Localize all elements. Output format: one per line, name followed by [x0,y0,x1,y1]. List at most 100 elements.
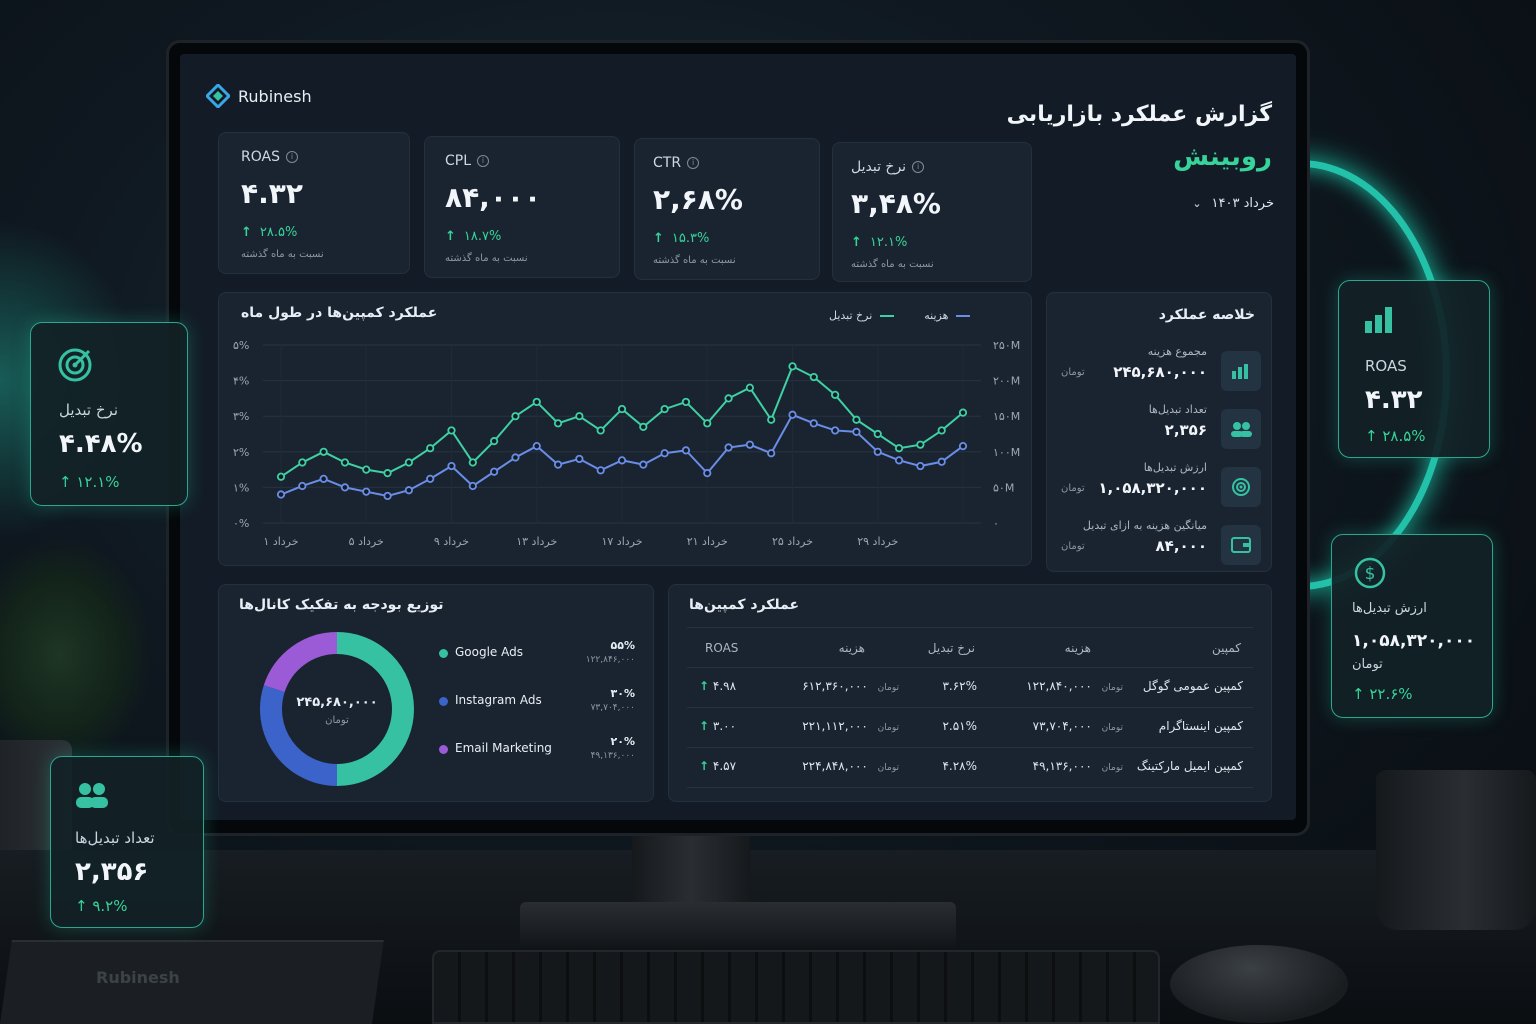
kpi-label: CPL i [445,153,490,169]
data-point [426,474,435,483]
legend-dot [439,649,448,658]
divider [687,707,1253,708]
y-left-tick-label: ۱% [233,481,249,494]
data-point [340,458,350,467]
campaigns-table-card: عملکرد کمپین‌ها کمپین هزینه نرخ تبدیل هز… [668,584,1272,802]
col-header-cost[interactable]: هزینه [1065,641,1091,655]
date-filter-dropdown[interactable]: خرداد ۱۴۰۳ ⌄ [1192,196,1274,211]
col-header-roas[interactable]: ROAS [705,641,738,655]
cell-campaign: کمپین ایمیل مارکتینگ [1136,759,1243,773]
floating-value: ۱,۰۵۸,۳۲۰,۰۰۰ [1352,631,1476,651]
floating-label: تعداد تبدیل‌ها [75,829,155,847]
summary-item-total-cost: مجموع هزینه ۲۴۵,۶۸۰,۰۰۰ تومان [1061,345,1261,395]
data-point [468,458,477,467]
data-point [596,466,605,475]
data-point [788,362,797,371]
floating-value: ۲,۳۵۶ [75,857,149,887]
info-icon: i [477,155,490,167]
kpi-card-conversion-rate[interactable]: نرخ تبدیل i ۳,۴۸% ↑ ۱۲.۱% نسبت به ماه گذشت… [832,142,1032,282]
data-point [703,419,712,428]
arrow-up-icon: ↑ [851,235,862,250]
data-point [319,447,328,456]
plant-decoration [0,540,150,770]
logo[interactable]: Rubinesh [206,84,312,108]
floating-label: ROAS [1365,357,1407,375]
data-point [298,458,307,467]
kpi-card-roas[interactable]: ROAS i ۴.۳۲ ↑ ۲۸.۵% نسبت به ماه گذشته [218,132,410,274]
data-point [532,442,541,451]
summary-unit: تومان [1061,541,1085,552]
kpi-label: CTR i [653,155,700,171]
table-row[interactable]: کمپین عمومی گوگل تومان ۱۲۲,۸۴۰,۰۰۰ ۳.۶۲%… [669,669,1273,707]
data-point [724,443,733,452]
floating-change: ↑ ۲۲.۶% [1352,685,1413,703]
arrow-up-icon: ↑ [1352,685,1365,703]
summary-value: ۱,۰۵۸,۳۲۰,۰۰۰ [1098,479,1207,497]
kpi-change: ↑ ۱۲.۱% [851,235,908,250]
kpi-note: نسبت به ماه گذشته [851,259,934,270]
data-point [617,456,627,465]
cell-campaign: کمپین اینستاگرام [1158,719,1243,733]
line-chart-svg: ۵% ۴% ۳% ۲% ۱% ۰% ۲۵۰M ۲۰۰M ۱۵۰M ۱۰۰M ۵۰M ۰ ۱ خرداد ۵… [233,339,1020,548]
data-point [788,410,797,419]
kpi-card-cpl[interactable]: CPL i ۸۴,۰۰۰ ↑ ۱۸.۷% نسبت به ماه گذشته [424,136,620,278]
y-left-tick-label: ۴% [233,375,249,388]
data-point [511,453,520,462]
kpi-label: ROAS i [241,149,298,165]
y-left-tick-label: ۳% [233,410,249,423]
campaign-performance-chart-card: عملکرد کمپین‌ها در طول ماه هزینه نرخ تبد… [218,292,1032,566]
data-point [745,383,754,392]
cell-cost: ۷۳,۷۰۴,۰۰۰ [1032,719,1092,733]
col-header-revenue[interactable]: هزینه [839,641,865,655]
kpi-value: ۸۴,۰۰۰ [445,181,542,214]
arrow-up-icon: ↑ [699,719,710,733]
floating-card-roas: ROAS ۴.۳۲ ↑ ۲۸.۵% [1338,280,1490,458]
date-filter-value: خرداد ۱۴۰۳ [1211,196,1274,211]
summary-label: ارزش تبدیل‌ها [1143,461,1207,474]
donut-center-unit: تومان [325,715,349,726]
col-header-campaign[interactable]: کمپین [1212,641,1241,655]
data-point [404,486,413,495]
arrow-up-icon: ↑ [699,679,710,693]
y-left-tick-label: ۰% [233,517,249,530]
data-point [553,419,563,428]
floating-change: ↑ ۲۸.۵% [1365,427,1426,445]
channel-name: Email Marketing [455,741,552,755]
mouse [1170,945,1348,1023]
arrow-up-icon: ↑ [59,473,72,491]
legend-item-google-ads: Google Ads ۵۵% ۱۲۲,۸۴۶,۰۰۰ [439,639,635,675]
data-point [831,390,840,399]
table-row[interactable]: کمپین اینستاگرام تومان ۷۳,۷۰۴,۰۰۰ ۲.۵۱% … [669,709,1273,747]
floating-unit: تومان [1352,657,1383,672]
summary-label: مجموع هزینه [1147,345,1207,358]
arrow-up-icon: ↑ [1365,427,1378,445]
floating-label: ارزش تبدیل‌ها [1352,601,1427,616]
info-icon: i [912,161,925,173]
cell-conversion-rate: ۳.۶۲% [942,679,977,693]
users-icon [76,783,108,808]
data-point [553,460,563,469]
channel-amount: ۱۲۲,۸۴۶,۰۰۰ [585,655,635,665]
performance-summary-card: خلاصه عملکرد مجموع هزینه ۲۴۵,۶۸۰,۰۰۰ توم… [1046,292,1272,572]
summary-value: ۲۴۵,۶۸۰,۰۰۰ [1113,363,1207,381]
col-header-conversion-rate[interactable]: نرخ تبدیل [928,641,975,655]
kpi-card-ctr[interactable]: CTR i ۲,۶۸% ↑ ۱۵.۳% نسبت به ماه گذشته [634,138,820,280]
monitor-stand-base [520,902,956,948]
channel-amount: ۴۹,۱۳۶,۰۰۰ [590,751,635,761]
floating-value: ۴.۳۲ [1365,385,1423,415]
data-point [340,483,350,492]
data-point [639,460,648,469]
kpi-change: ↑ ۱۸.۷% [445,229,502,244]
x-tick-label: ۱۳ خرداد [516,535,557,548]
data-point [831,426,840,435]
channel-amount: ۷۳,۷۰۴,۰۰۰ [590,703,635,713]
data-point [575,412,584,421]
table-row[interactable]: کمپین ایمیل مارکتینگ تومان ۴۹,۱۳۶,۰۰۰ ۴.… [669,749,1273,787]
floating-label: نرخ تبدیل [59,401,119,419]
wallet-icon [1221,525,1261,565]
data-point [724,394,733,403]
info-icon: i [285,151,298,163]
data-point [767,449,776,458]
kpi-value: ۲,۶۸% [653,183,743,216]
cell-roas: ↑ ۴.۹۸ [699,679,737,693]
